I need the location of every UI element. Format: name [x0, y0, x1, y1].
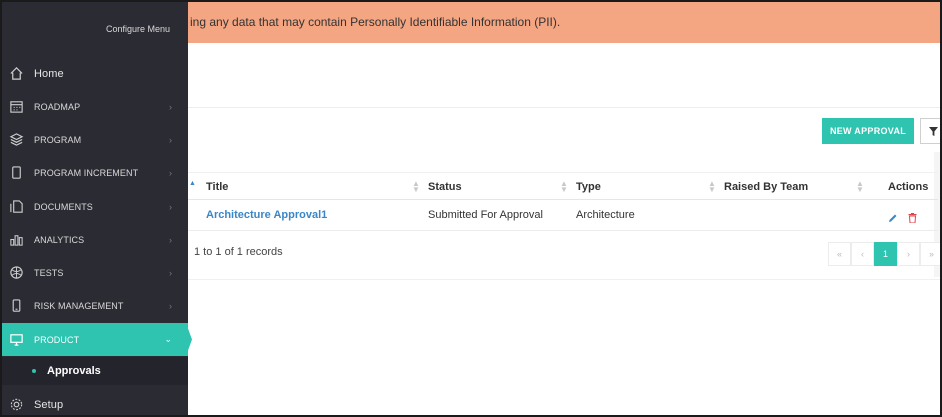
records-count: 1 to 1 of 1 records [194, 246, 283, 258]
edit-icon[interactable] [888, 210, 898, 228]
sort-icon[interactable]: ▲ ▼ [560, 180, 568, 194]
sidebar: Configure Menu Home ROADMAP › PROGRAM › [2, 2, 188, 415]
chevron-right-icon: › [169, 201, 172, 212]
sidebar-item-program-increment[interactable]: PROGRAM INCREMENT › [2, 156, 188, 189]
configure-menu-link[interactable]: Configure Menu [106, 24, 170, 34]
sidebar-item-label: ANALYTICS [34, 234, 85, 245]
layers-icon [7, 131, 25, 149]
table-footer-divider [188, 279, 940, 280]
column-icon [7, 164, 25, 182]
chevron-right-icon: › [169, 300, 172, 311]
approvals-table: ▲ Title ▲ ▼ Status ▲ ▼ Type ▲ ▼ Raised By T… [188, 172, 938, 231]
sidebar-item-setup[interactable]: Setup [2, 388, 188, 415]
sidebar-item-label: Home [34, 67, 64, 80]
chevron-right-icon: › [169, 167, 172, 178]
sidebar-item-roadmap[interactable]: ROADMAP › [2, 90, 188, 123]
sort-icon[interactable]: ▲ ▼ [412, 180, 420, 194]
page-button-current[interactable]: 1 [874, 242, 897, 266]
sort-icon[interactable]: ▲ ▼ [856, 180, 864, 194]
sidebar-item-label: Setup [34, 398, 64, 411]
sidebar-item-label: DOCUMENTS [34, 201, 93, 212]
active-item-pointer [186, 323, 192, 356]
sidebar-item-product[interactable]: PRODUCT ⌄ [2, 323, 188, 356]
table-row: Architecture Approval1 Submitted For App… [188, 200, 938, 231]
approval-status: Submitted For Approval [428, 209, 543, 221]
sidebar-item-label: TESTS [34, 267, 64, 278]
last-page-button[interactable]: » [920, 242, 940, 266]
sidebar-subitem-approvals[interactable]: Approvals [2, 357, 188, 385]
sidebar-subitem-label: Approvals [47, 365, 101, 377]
bar-chart-icon [7, 231, 25, 249]
sidebar-item-label: ROADMAP [34, 101, 81, 112]
filter-icon [929, 127, 938, 136]
home-icon [7, 65, 25, 83]
column-header-status[interactable]: Status [428, 173, 462, 201]
new-approval-button[interactable]: NEW APPROVAL [822, 118, 914, 144]
sidebar-item-program[interactable]: PROGRAM › [2, 123, 188, 156]
sidebar-item-risk-management[interactable]: RISK MANAGEMENT › [2, 289, 188, 322]
column-header-title[interactable]: Title [206, 173, 228, 201]
app-window: ing any data that may contain Personally… [0, 0, 942, 417]
sidebar-item-analytics[interactable]: ANALYTICS › [2, 223, 188, 256]
approval-title-link[interactable]: Architecture Approval1 [206, 200, 327, 231]
column-header-raised-by-team[interactable]: Raised By Team [724, 173, 808, 201]
bullet-icon [32, 369, 36, 373]
chevron-right-icon: › [169, 101, 172, 112]
sort-asc-icon[interactable]: ▲ [189, 180, 196, 187]
documents-icon [7, 198, 25, 216]
monitor-icon [7, 331, 25, 349]
sidebar-item-tests[interactable]: TESTS › [2, 256, 188, 289]
sidebar-item-label: PROGRAM INCREMENT [34, 167, 139, 178]
first-page-button[interactable]: « [828, 242, 851, 266]
globe-icon [7, 264, 25, 282]
chevron-right-icon: › [169, 134, 172, 145]
approval-type: Architecture [576, 209, 635, 221]
filter-button[interactable] [920, 118, 940, 144]
sidebar-item-home[interactable]: Home [2, 57, 188, 90]
section-divider [188, 107, 940, 108]
prev-page-button[interactable]: ‹ [851, 242, 874, 266]
delete-icon[interactable] [908, 210, 917, 228]
table-header: ▲ Title ▲ ▼ Status ▲ ▼ Type ▲ ▼ Raised By T… [188, 172, 938, 200]
pii-warning-banner: ing any data that may contain Personally… [188, 2, 940, 43]
calendar-icon [7, 98, 25, 116]
sidebar-item-label: RISK MANAGEMENT [34, 300, 124, 311]
gear-icon [7, 396, 25, 414]
sidebar-item-documents[interactable]: DOCUMENTS › [2, 190, 188, 223]
next-page-button[interactable]: › [897, 242, 920, 266]
sidebar-item-label: PRODUCT [34, 334, 80, 345]
chevron-right-icon: › [169, 234, 172, 245]
chevron-down-icon: ⌄ [164, 334, 172, 344]
sidebar-item-label: PROGRAM [34, 134, 82, 145]
pagination: « ‹ 1 › » [828, 242, 940, 266]
mobile-icon [7, 297, 25, 315]
sort-icon[interactable]: ▲ ▼ [708, 180, 716, 194]
column-header-actions: Actions [888, 181, 929, 193]
column-header-type[interactable]: Type [576, 173, 601, 201]
chevron-right-icon: › [169, 267, 172, 278]
